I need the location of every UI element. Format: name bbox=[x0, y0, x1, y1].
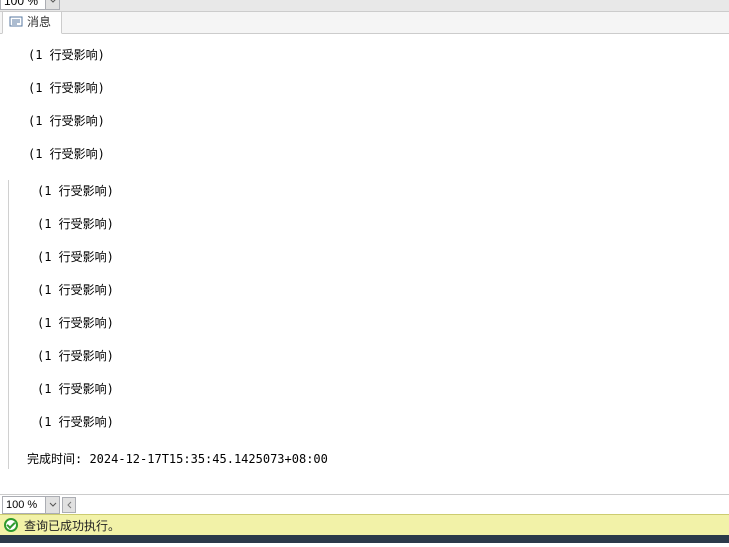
message-line: (1 行受影响) bbox=[9, 279, 729, 312]
top-zoom-bar: 100 % bbox=[0, 0, 729, 12]
message-group: (1 行受影响) (1 行受影响) (1 行受影响) (1 行受影响) bbox=[0, 44, 729, 176]
message-group: (1 行受影响) (1 行受影响) (1 行受影响) (1 行受影响) (1 行… bbox=[8, 180, 729, 469]
lower-zoom-bar: 100 % bbox=[0, 494, 729, 514]
message-line: (1 行受影响) bbox=[9, 378, 729, 411]
message-line: (1 行受影响) bbox=[0, 143, 729, 176]
tab-messages-label: 消息 bbox=[27, 13, 51, 30]
status-bar: 查询已成功执行。 bbox=[0, 514, 729, 535]
top-zoom-combo[interactable]: 100 % bbox=[0, 0, 60, 10]
success-icon bbox=[4, 518, 18, 532]
top-zoom-value: 100 % bbox=[4, 0, 38, 8]
chevron-down-icon[interactable] bbox=[45, 497, 59, 513]
zoom-combo[interactable]: 100 % bbox=[2, 496, 60, 514]
chevron-down-icon[interactable] bbox=[45, 0, 59, 9]
message-line: (1 行受影响) bbox=[9, 312, 729, 345]
messages-pane[interactable]: (1 行受影响) (1 行受影响) (1 行受影响) (1 行受影响) (1 行… bbox=[0, 34, 729, 494]
message-line: (1 行受影响) bbox=[9, 246, 729, 279]
message-line: (1 行受影响) bbox=[9, 180, 729, 213]
message-line: (1 行受影响) bbox=[9, 213, 729, 246]
message-line: (1 行受影响) bbox=[0, 44, 729, 77]
messages-icon bbox=[9, 15, 23, 29]
tab-messages[interactable]: 消息 bbox=[2, 9, 62, 34]
scroll-left-button[interactable] bbox=[62, 497, 76, 513]
message-line: (1 行受影响) bbox=[9, 345, 729, 378]
zoom-value: 100 % bbox=[6, 499, 37, 511]
message-line: (1 行受影响) bbox=[0, 77, 729, 110]
window-bottom-strip bbox=[0, 535, 729, 543]
message-line: (1 行受影响) bbox=[0, 110, 729, 143]
message-line: (1 行受影响) bbox=[9, 411, 729, 444]
status-text: 查询已成功执行。 bbox=[24, 517, 120, 534]
completion-time-line: 完成时间: 2024-12-17T15:35:45.1425073+08:00 bbox=[9, 444, 729, 469]
results-tab-bar: 消息 bbox=[0, 12, 729, 34]
